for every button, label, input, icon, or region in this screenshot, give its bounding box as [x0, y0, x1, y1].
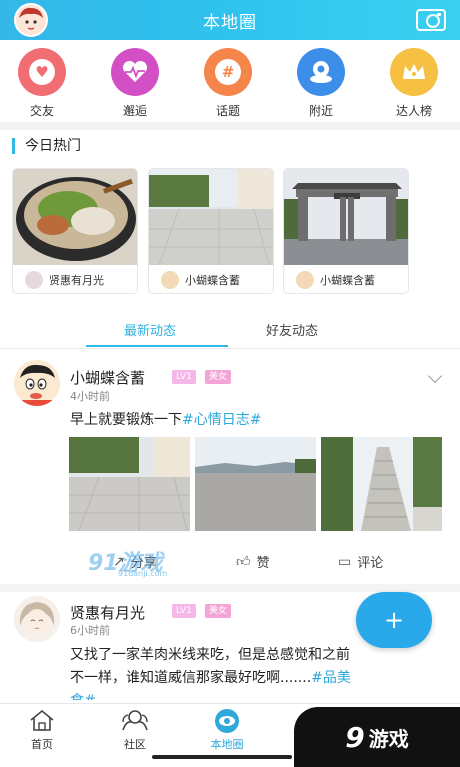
post-actions: ↗ 分享 👍︎ 赞 ▭ 评论: [0, 545, 460, 575]
brand-logo: 9: [345, 720, 365, 754]
post-time: 4小时前: [70, 390, 110, 403]
section-divider: [0, 122, 460, 130]
noodle-bowl-image: [13, 169, 137, 265]
category-label: 邂逅: [122, 104, 147, 118]
active-tab-indicator: [86, 345, 228, 347]
eye-icon: [212, 708, 242, 733]
nav-label: 首页: [31, 738, 53, 751]
level-badge: LV1: [172, 370, 196, 384]
category-topic[interactable]: # 话题: [193, 48, 263, 119]
hot-card[interactable]: 贤惠有月光: [12, 168, 138, 294]
location-icon: [297, 48, 345, 96]
avatar[interactable]: [14, 360, 60, 406]
community-icon: [120, 708, 150, 732]
topic-tag[interactable]: #心情日志#: [182, 412, 261, 428]
post-body: 早上就要锻炼一下: [70, 412, 182, 428]
post-text: 早上就要锻炼一下#心情日志#: [70, 409, 261, 432]
camera-icon[interactable]: [416, 9, 446, 31]
chevron-down-icon[interactable]: [427, 368, 443, 384]
avatar: [161, 271, 179, 289]
heart-icon: ♥: [18, 48, 66, 96]
card-username: 小蝴蝶含蓄: [320, 274, 375, 287]
post-photo[interactable]: [69, 437, 190, 531]
topic-tag[interactable]: #品美: [311, 670, 351, 686]
category-label: 交友: [29, 104, 54, 118]
post-username[interactable]: 小蝴蝶含蓄: [70, 367, 145, 388]
gender-badge: 美女: [205, 604, 232, 618]
post-line: 不一样，谁知道威信那家最好吃啊.......: [70, 670, 312, 686]
avatar: [25, 271, 43, 289]
category-label: 达人榜: [395, 104, 432, 118]
post-time: 6小时前: [70, 624, 110, 637]
feed-tabs: 最新动态 好友动态: [0, 310, 460, 350]
gender-badge: 美女: [205, 370, 232, 384]
post-text: 又找了一家羊肉米线来吃，但是总感觉和之前 不一样，谁知道威信那家最好吃啊....…: [70, 644, 450, 700]
post-username[interactable]: 贤惠有月光: [70, 602, 145, 623]
plus-icon: +: [383, 606, 405, 634]
archway-image: [284, 169, 408, 265]
category-label: 附近: [308, 104, 333, 118]
hot-card[interactable]: 小蝴蝶含蓄: [283, 168, 409, 294]
page-title: 本地圈: [203, 13, 257, 33]
post-photo[interactable]: [321, 437, 442, 531]
tab-latest[interactable]: 最新动态: [124, 320, 176, 339]
hot-section-title: 今日热门: [12, 138, 81, 154]
comment-icon: ▭: [338, 553, 352, 570]
comment-label: 评论: [357, 556, 384, 571]
top-bar: 本地圈: [0, 0, 460, 40]
home-indicator: [152, 755, 292, 759]
level-badge: LV1: [172, 604, 196, 618]
nav-local[interactable]: 本地圈: [197, 708, 257, 752]
avatar[interactable]: [14, 596, 60, 642]
crown-icon: [390, 48, 438, 96]
category-ranking[interactable]: 达人榜: [379, 48, 449, 119]
brand-watermark: 9 游戏: [294, 707, 460, 767]
hot-card[interactable]: 小蝴蝶含蓄: [148, 168, 274, 294]
nav-community[interactable]: 社区: [105, 708, 165, 752]
add-post-button[interactable]: +: [356, 592, 432, 648]
nav-home[interactable]: 首页: [12, 708, 72, 752]
comment-button[interactable]: ▭ 评论: [338, 552, 384, 572]
plaza-image: [149, 169, 273, 265]
thumbs-up-icon: 👍︎: [236, 554, 251, 570]
category-encounter[interactable]: 邂逅: [100, 48, 170, 119]
watermark-url: 91danji.com: [118, 569, 168, 578]
section-divider: [0, 584, 460, 592]
category-nearby[interactable]: 附近: [286, 48, 356, 119]
topic-tag-continued[interactable]: 食#: [70, 690, 450, 700]
home-icon: [27, 708, 57, 732]
post-photo[interactable]: [195, 437, 316, 531]
like-label: 赞: [256, 556, 270, 571]
like-button[interactable]: 👍︎ 赞: [236, 552, 270, 571]
nav-label: 社区: [124, 738, 146, 751]
category-dating[interactable]: ♥ 交友: [7, 48, 77, 119]
category-label: 话题: [215, 104, 240, 118]
category-row: ♥ 交友 邂逅 # 话题 附近 达人榜: [0, 48, 460, 118]
tab-friends[interactable]: 好友动态: [266, 320, 318, 339]
card-username: 小蝴蝶含蓄: [185, 274, 240, 287]
avatar: [296, 271, 314, 289]
card-username: 贤惠有月光: [49, 274, 104, 287]
watermark: 91游戏 91danji.com: [88, 545, 184, 581]
hashtag-icon: #: [204, 48, 252, 96]
divider: [0, 348, 460, 349]
pulse-heart-icon: [111, 48, 159, 96]
brand-text: 游戏: [368, 726, 409, 751]
nav-label: 本地圈: [210, 738, 244, 751]
